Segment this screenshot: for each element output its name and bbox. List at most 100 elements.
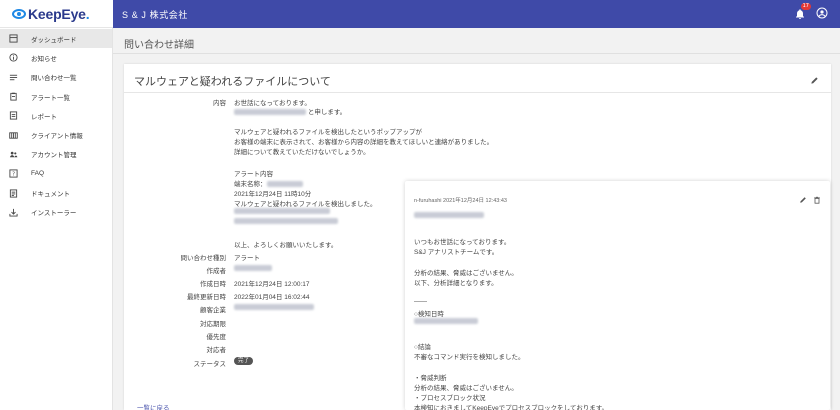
edit-reply-button[interactable]	[799, 196, 807, 206]
reply-line: ○結論	[414, 344, 431, 351]
content-line: 端末名称：	[234, 178, 303, 188]
sidebar-item-dashboard[interactable]: ダッシュボード	[0, 29, 112, 49]
redacted-text	[234, 218, 338, 225]
sidebar-item-label: ドキュメント	[31, 191, 70, 199]
redacted-text	[266, 181, 303, 188]
header-bar: S & J 株式会社 17	[113, 0, 840, 28]
reply-line	[414, 318, 478, 325]
logo-text: KeepEye.	[28, 5, 90, 22]
sidebar-item-accounts[interactable]: アカウント管理	[0, 145, 112, 164]
reply-tools	[799, 196, 821, 206]
sidebar: ダッシュボード お知らせ 問い合わせ一覧 アラート一覧 レポート クライアント情…	[0, 28, 113, 410]
field-label: 顧客企業	[200, 307, 226, 314]
reply-line: ○検知日時	[414, 311, 444, 318]
updated-at-value: 2022年01月04日 16:02:44	[234, 294, 310, 301]
sidebar-item-label: レポート	[31, 113, 57, 121]
sidebar-item-clients[interactable]: クライアント情報	[0, 125, 112, 144]
redacted-text	[234, 265, 272, 272]
logo[interactable]: KeepEye.	[0, 0, 113, 28]
notification-button[interactable]: 17	[794, 3, 811, 20]
user-circle-icon	[816, 7, 828, 19]
status-badge: 完了	[234, 357, 254, 365]
redacted-text	[234, 304, 314, 311]
sidebar-item-faq[interactable]: ? FAQ	[0, 164, 112, 183]
sidebar-item-label: クライアント情報	[31, 133, 83, 141]
users-icon	[8, 149, 18, 159]
pencil-icon	[811, 77, 818, 84]
reply-header: n-furuhashi 2021年12月24日 12:43:43	[414, 198, 507, 204]
content-line	[234, 218, 338, 225]
content-line: 以上、よろしくお願いいたします。	[234, 242, 338, 249]
content-line: アラート内容	[234, 171, 273, 178]
sidebar-item-label: 問い合わせ一覧	[31, 75, 77, 83]
eye-logo-icon	[12, 8, 26, 19]
redacted-text	[414, 212, 484, 219]
reply-line: ・脅威判断	[414, 375, 447, 382]
info-icon	[8, 53, 18, 63]
notification-badge: 17	[800, 3, 811, 10]
reply-line: S&J アナリストチームです。	[414, 249, 499, 256]
edit-inquiry-button[interactable]	[810, 76, 819, 85]
content-line: お客様の端末に表示されて、お客様から内容の詳細を教えてほしいと連絡がありました。	[234, 139, 494, 146]
content-line: 2021年12月24日 11時10分	[234, 191, 312, 198]
sidebar-item-inquiries[interactable]: 問い合わせ一覧	[0, 68, 112, 87]
dashboard-icon	[8, 34, 18, 44]
clipboard-icon	[8, 92, 18, 102]
reply-line: 分析の結果、脅威はございません。	[414, 270, 518, 277]
client-card-icon	[8, 130, 18, 140]
document-icon	[8, 188, 18, 198]
content-line: と申します。	[234, 106, 346, 116]
back-to-list-link[interactable]: 一覧に戻る	[137, 402, 170, 410]
reply-line: 本検知におきましてKeepEyeでプロセスブロックをしております。	[414, 405, 609, 410]
trash-icon	[814, 196, 820, 204]
sidebar-item-label: お知らせ	[31, 55, 57, 63]
content-line: 詳細について教えていただけないでしょうか。	[234, 149, 370, 156]
customer-company-value	[234, 304, 314, 311]
reply-line: ――	[414, 298, 427, 305]
redacted-text	[234, 208, 330, 215]
inquiry-type-value: アラート	[234, 255, 260, 262]
top-bar: KeepEye. S & J 株式会社 17	[0, 0, 840, 28]
content-line	[234, 208, 330, 215]
redacted-text	[414, 318, 478, 325]
field-label: ステータス	[193, 361, 227, 368]
content-label: 内容	[213, 100, 226, 107]
reply-line: いつもお世話になっております。	[414, 239, 511, 246]
reply-line: 不審なコマンド実行を検知しました。	[414, 354, 525, 361]
created-at-value: 2021年12月24日 12:00:17	[234, 281, 310, 288]
report-icon	[8, 111, 18, 121]
status-value: 完了	[234, 357, 254, 365]
sidebar-item-news[interactable]: お知らせ	[0, 48, 112, 67]
download-icon	[8, 207, 18, 217]
sidebar-item-documents[interactable]: ドキュメント	[0, 183, 112, 202]
faq-icon: ?	[8, 169, 18, 179]
field-label: 対応者	[206, 347, 227, 354]
reply-line	[414, 212, 484, 219]
field-label: 優先度	[206, 334, 227, 341]
company-name: S & J 株式会社	[122, 9, 189, 20]
reply-panel: n-furuhashi 2021年12月24日 12:43:43 いつもお世話に…	[405, 181, 830, 410]
sidebar-item-label: アカウント管理	[31, 152, 77, 160]
field-label: 最終更新日時	[187, 294, 226, 301]
sidebar-item-alerts[interactable]: アラート一覧	[0, 87, 112, 106]
divider	[113, 53, 840, 54]
account-button[interactable]	[816, 7, 828, 21]
author-value	[234, 265, 272, 272]
reply-line: ・プロセスブロック状況	[414, 395, 486, 402]
page-title: 問い合わせ詳細	[124, 40, 194, 51]
redacted-text	[234, 109, 306, 116]
sidebar-item-reports[interactable]: レポート	[0, 106, 112, 125]
field-label: 対応期限	[200, 321, 226, 328]
sidebar-item-label: インストーラー	[31, 210, 77, 218]
delete-reply-button[interactable]	[813, 196, 821, 206]
divider	[124, 92, 831, 93]
field-label: 作成者	[206, 268, 227, 275]
content-line: マルウェアと疑われるファイルを検出したというポップアップが	[234, 129, 423, 136]
field-label: 作成日時	[200, 281, 226, 288]
reply-line: 以下、分析詳細となります。	[414, 280, 498, 287]
sidebar-item-installer[interactable]: インストーラー	[0, 203, 112, 222]
sidebar-item-label: ダッシュボード	[31, 36, 77, 44]
pencil-icon	[800, 197, 806, 203]
svg-text:?: ?	[12, 172, 15, 178]
field-label: 問い合わせ種別	[180, 255, 227, 262]
